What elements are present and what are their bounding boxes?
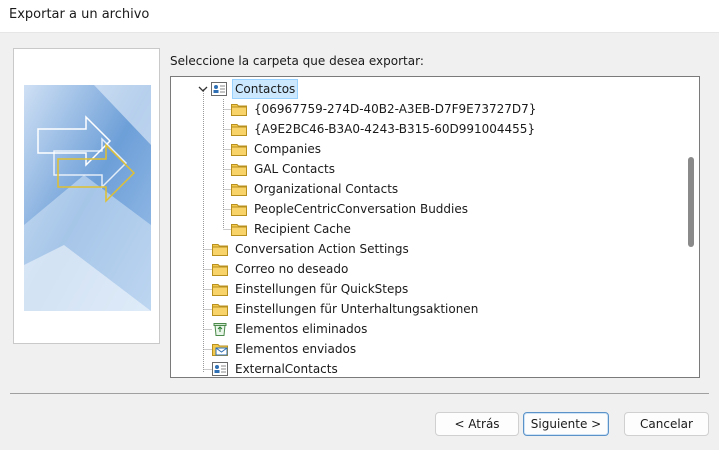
tree-node-folder[interactable]: Einstellungen für Unterhaltungsaktionen <box>212 299 480 319</box>
tree-node-label: Correo no deseado <box>235 262 349 276</box>
title-bar: Exportar a un archivo <box>0 0 719 33</box>
tree-node-child[interactable]: {A9E2BC46-B3A0-4243-B315-60D991004455} <box>231 119 537 139</box>
sent-items-icon <box>212 344 228 356</box>
tree-node-child[interactable]: GAL Contacts <box>231 159 337 179</box>
folder-icon <box>231 164 247 176</box>
tree-vertical-scrollbar[interactable] <box>683 77 699 377</box>
folder-prompt: Seleccione la carpeta que desea exportar… <box>170 54 424 68</box>
tree-node-label: ExternalContacts <box>235 362 338 376</box>
recycle-bin-icon <box>213 323 227 336</box>
folder-icon <box>231 224 247 236</box>
tree-node-label: Elementos enviados <box>235 342 357 356</box>
contacts-icon <box>212 362 228 376</box>
folder-icon <box>212 304 228 316</box>
tree-node-label: Organizational Contacts <box>254 182 399 196</box>
tree-node-label: Contactos <box>232 79 299 99</box>
cancel-button[interactable]: Cancelar <box>624 412 709 436</box>
tree-node-folder[interactable]: Correo no deseado <box>212 259 350 279</box>
tree-node-folder[interactable]: Einstellungen für QuickSteps <box>212 279 410 299</box>
folder-icon <box>212 284 228 296</box>
tree-node-label: {06967759-274D-40B2-A3EB-D7F9E73727D7} <box>254 102 537 116</box>
folder-icon <box>212 244 228 256</box>
tree-node-label: {A9E2BC46-B3A0-4243-B315-60D991004455} <box>254 122 536 136</box>
wizard-side-panel <box>13 48 160 344</box>
tree-node-label: Einstellungen für QuickSteps <box>235 282 409 296</box>
tree-node-child[interactable]: Companies <box>231 139 323 159</box>
tree-node-folder[interactable]: Elementos eliminados <box>212 319 369 339</box>
folder-icon <box>231 144 247 156</box>
folder-icon <box>231 204 247 216</box>
folder-icon <box>231 184 247 196</box>
tree-node-folder[interactable]: ExternalContacts <box>212 359 340 377</box>
next-button[interactable]: Siguiente > <box>523 412 609 436</box>
window-title: Exportar a un archivo <box>9 7 150 22</box>
tree-node-child[interactable]: Recipient Cache <box>231 219 353 239</box>
tree-node-contactos[interactable]: Contactos <box>211 79 299 99</box>
footer-divider <box>10 393 709 394</box>
tree-node-label: Elementos eliminados <box>235 322 368 336</box>
folder-tree[interactable]: Contactos {06967759-274D-40B2-A3EB-D7F9E… <box>170 76 700 378</box>
tree-node-child[interactable]: {06967759-274D-40B2-A3EB-D7F9E73727D7} <box>231 99 538 119</box>
tree-node-label: Conversation Action Settings <box>235 242 409 256</box>
tree-node-label: PeopleCentricConversation Buddies <box>254 202 468 216</box>
tree-node-label: Companies <box>254 142 321 156</box>
folder-icon <box>231 104 247 116</box>
folder-icon <box>231 124 247 136</box>
wizard-banner-image <box>24 85 151 311</box>
contacts-icon <box>211 82 227 96</box>
tree-node-child[interactable]: PeopleCentricConversation Buddies <box>231 199 470 219</box>
scrollbar-thumb[interactable] <box>688 157 694 247</box>
collapse-chevron-icon[interactable] <box>198 84 208 94</box>
tree-node-label: GAL Contacts <box>254 162 335 176</box>
tree-node-label: Einstellungen für Unterhaltungsaktionen <box>235 302 479 316</box>
tree-node-folder[interactable]: Conversation Action Settings <box>212 239 411 259</box>
back-button[interactable]: < Atrás <box>435 412 519 436</box>
tree-node-folder[interactable]: Elementos enviados <box>212 339 358 359</box>
folder-icon <box>212 264 228 276</box>
tree-node-child[interactable]: Organizational Contacts <box>231 179 400 199</box>
tree-node-label: Recipient Cache <box>254 222 351 236</box>
